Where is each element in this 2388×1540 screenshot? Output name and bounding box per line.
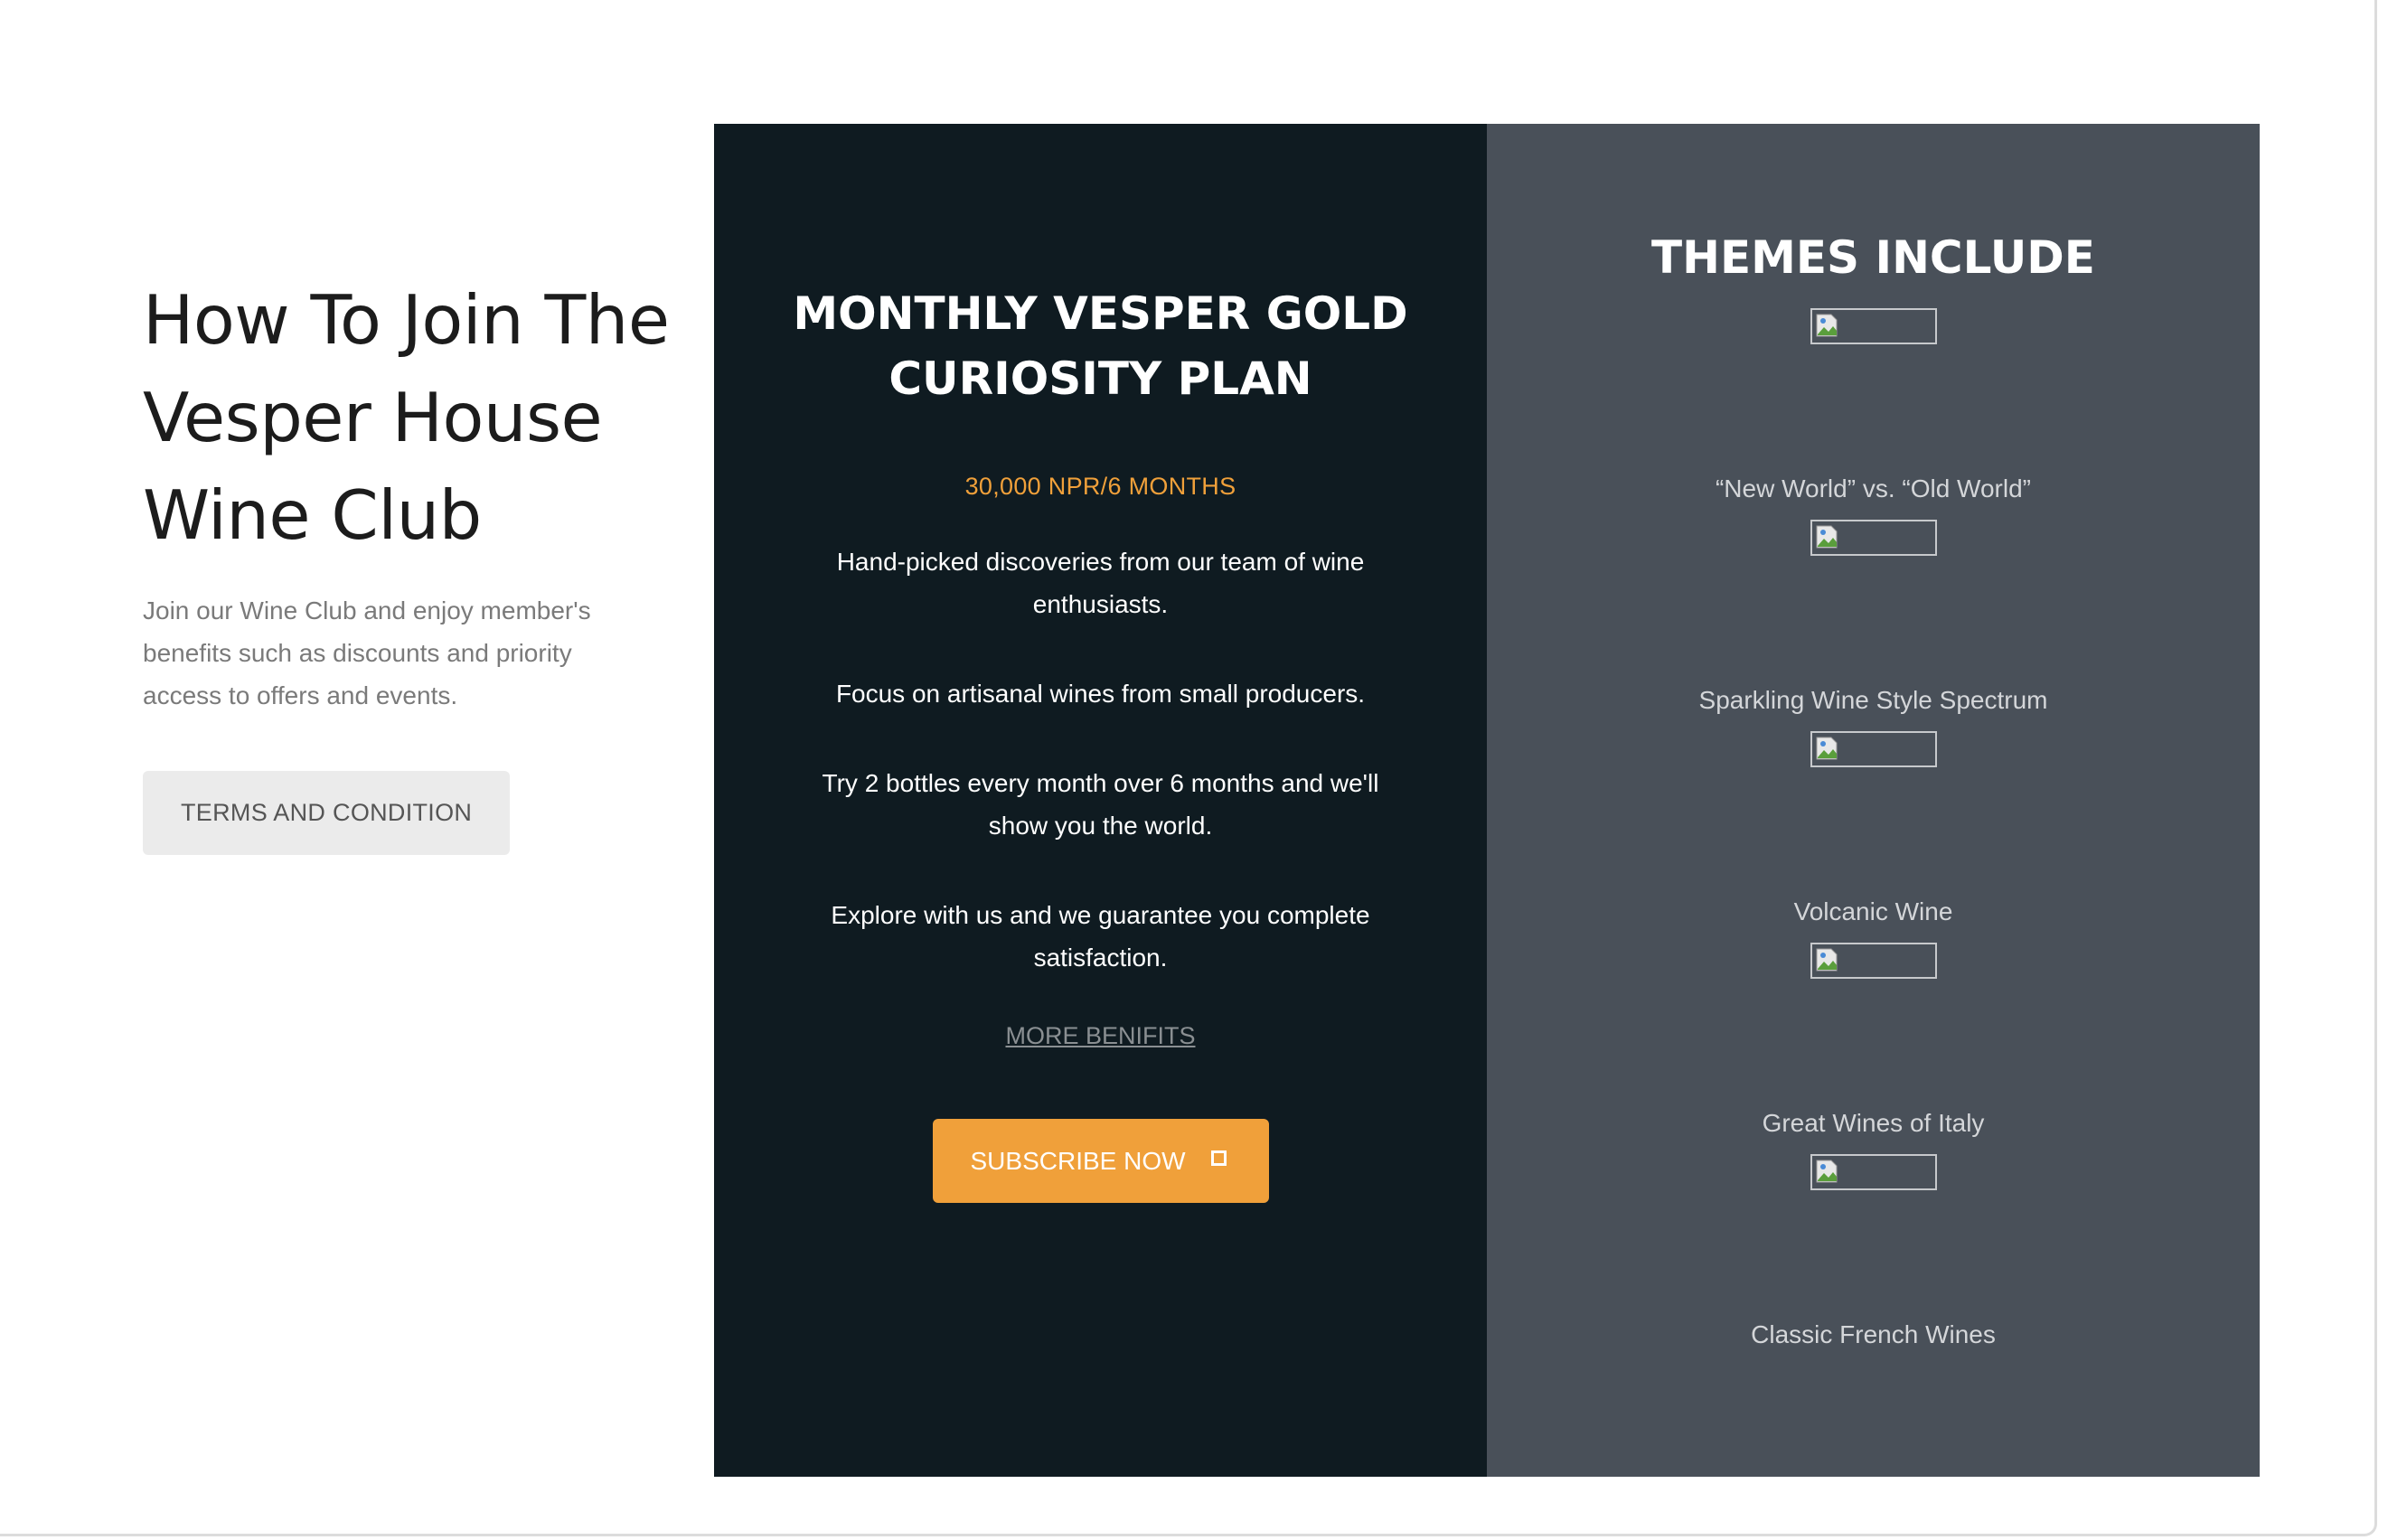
square-icon (1210, 1150, 1227, 1166)
plan-benefit: Explore with us and we guarantee you com… (831, 901, 1370, 972)
theme-item: “New World” vs. “Old World” (1715, 474, 2031, 502)
plan-panel: MONTHLY VESPER GOLD CURIOSITY PLAN 30,00… (714, 124, 1487, 1477)
broken-image-icon (1810, 308, 1937, 344)
intro-description: Join our Wine Club and enjoy member's be… (143, 596, 591, 709)
page-title: How To Join The Vesper House Wine Club (143, 280, 670, 555)
theme-item: Volcanic Wine (1793, 897, 1953, 925)
theme-item: Sparkling Wine Style Spectrum (1698, 686, 2048, 714)
plan-benefit: Hand-picked discoveries from our team of… (836, 548, 1365, 618)
more-benefits-link[interactable]: MORE BENIFITS (1005, 1022, 1195, 1050)
plan-price: 30,000 NPR/6 MONTHS (964, 473, 1236, 500)
intro-section: How To Join The Vesper House Wine Club J… (143, 271, 685, 855)
plan-benefit: Focus on artisanal wines from small prod… (835, 680, 1366, 708)
theme-item: Great Wines of Italy (1762, 1109, 1985, 1137)
broken-image-icon (1810, 731, 1937, 767)
terms-and-condition-button[interactable]: TERMS AND CONDITION (143, 771, 511, 855)
broken-image-icon (1810, 1154, 1937, 1190)
subscribe-now-button[interactable]: SUBSCRIBE NOW (932, 1119, 1269, 1203)
plan-benefit: Try 2 bottles every month over 6 months … (822, 769, 1379, 840)
broken-image-icon (1810, 943, 1937, 979)
broken-image-icon (1810, 520, 1937, 556)
themes-panel: THEMES INCLUDE “New World” vs. “Old Worl… (1487, 124, 2260, 1477)
themes-title: THEMES INCLUDE (1651, 231, 2095, 284)
plan-title: MONTHLY VESPER GOLD CURIOSITY PLAN (793, 287, 1408, 405)
theme-item: Classic French Wines (1751, 1320, 1996, 1348)
subscribe-button-label: SUBSCRIBE NOW (970, 1147, 1186, 1175)
page: How To Join The Vesper House Wine Club J… (0, 0, 2377, 1536)
